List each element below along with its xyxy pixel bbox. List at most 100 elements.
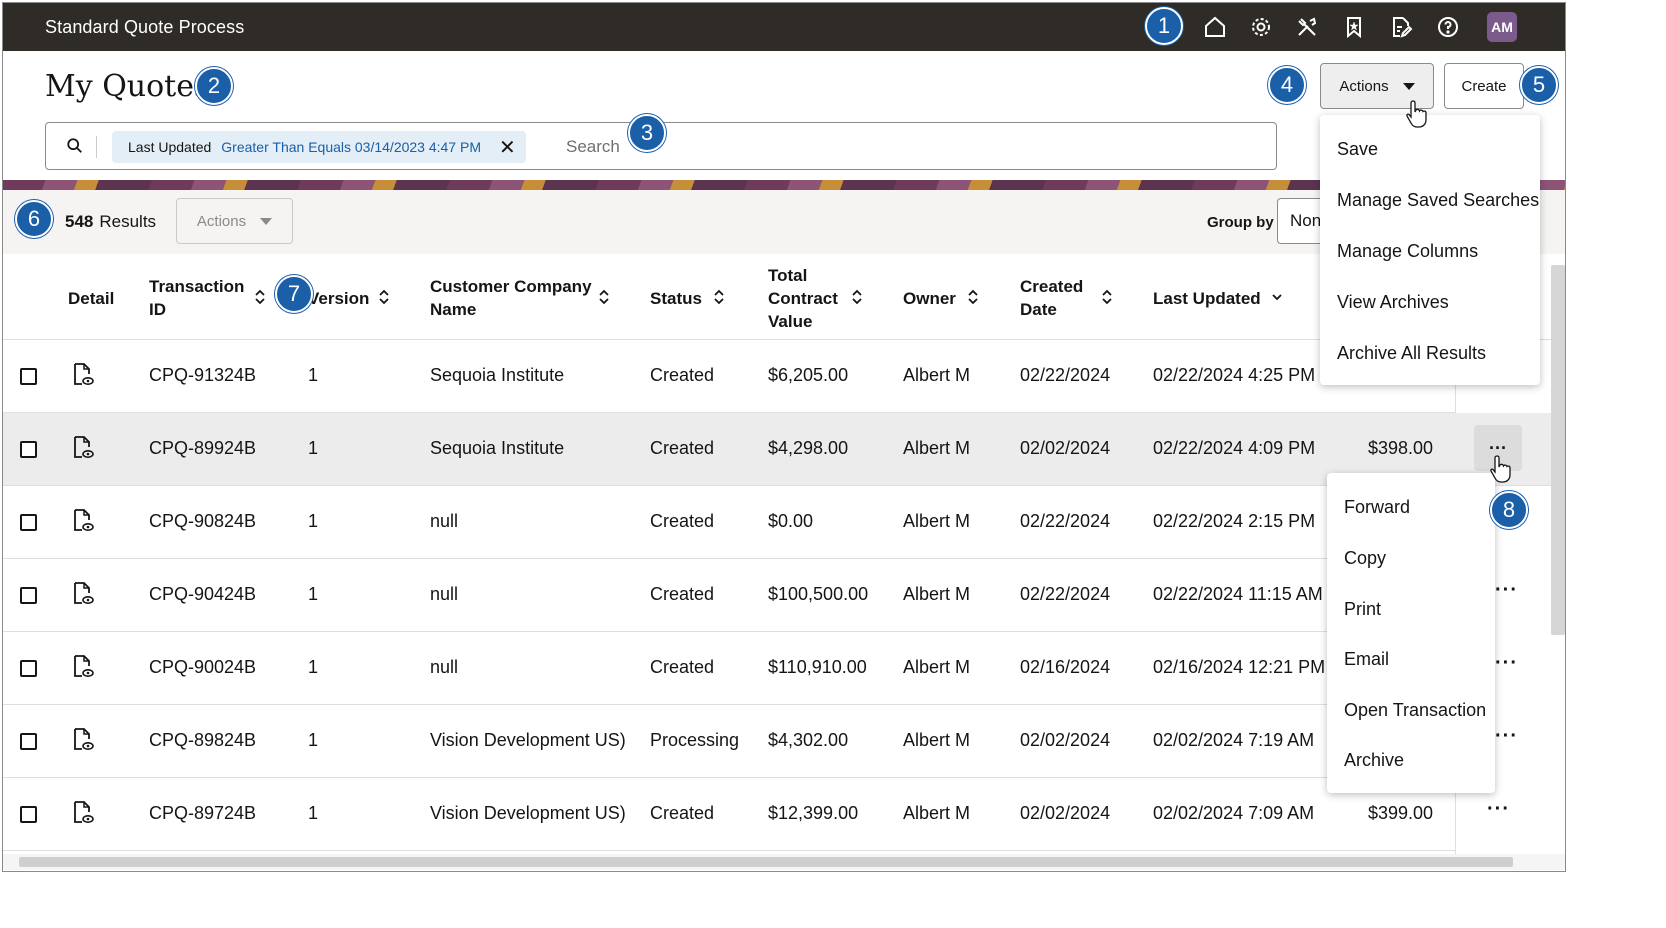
menu-item-print[interactable]: Print xyxy=(1344,599,1381,620)
cell-status: Created xyxy=(650,803,715,823)
cell-last-updated: 02/16/2024 12:21 PM xyxy=(1153,657,1326,677)
table-row[interactable]: CPQ-89824B 1 Vision Development US) Process… xyxy=(3,705,1517,778)
more-options-icon[interactable]: ··· xyxy=(1495,579,1518,602)
header-transaction-id[interactable]: Transaction ID xyxy=(149,275,244,321)
cell-transaction-id[interactable]: CPQ-90024B xyxy=(149,657,256,678)
sort-icon[interactable] xyxy=(1101,288,1113,306)
menu-item-email[interactable]: Email xyxy=(1344,649,1389,670)
menu-item-view-archives[interactable]: View Archives xyxy=(1337,292,1449,313)
search-input[interactable]: Search xyxy=(566,137,620,157)
header-last-updated[interactable]: Last Updated xyxy=(1153,287,1261,310)
document-detail-icon[interactable] xyxy=(71,654,95,680)
cell-status: Created xyxy=(650,511,715,531)
chevron-down-icon[interactable] xyxy=(1271,290,1283,308)
row-checkbox[interactable] xyxy=(20,368,37,385)
cell-customer: Sequoia Institute xyxy=(430,365,565,385)
cell-customer: null xyxy=(430,584,459,604)
header-total[interactable]: Total Contract Value xyxy=(768,264,838,333)
cell-last-updated: 02/22/2024 11:15 AM xyxy=(1153,584,1323,604)
sort-icon[interactable] xyxy=(254,288,266,306)
document-detail-icon[interactable] xyxy=(71,727,95,753)
sort-icon[interactable] xyxy=(713,288,725,306)
menu-item-forward[interactable]: Forward xyxy=(1344,497,1410,518)
cell-status: Created xyxy=(650,438,715,458)
table-row[interactable]: CPQ-90424B 1 null Created $100,500.00 Albert … xyxy=(3,559,1517,632)
menu-item-open-transaction[interactable]: Open Transaction xyxy=(1344,700,1486,721)
header-transaction-id-line2: ID xyxy=(149,300,166,319)
more-options-icon[interactable]: ··· xyxy=(1487,798,1510,821)
results-actions-button[interactable]: Actions xyxy=(176,198,293,244)
row-checkbox[interactable] xyxy=(20,514,37,531)
row-checkbox[interactable] xyxy=(20,587,37,604)
create-button[interactable]: Create xyxy=(1444,63,1524,109)
edit-document-icon[interactable] xyxy=(1387,13,1415,41)
cell-owner: Albert M xyxy=(903,730,971,750)
menu-item-save[interactable]: Save xyxy=(1337,139,1378,160)
row-checkbox[interactable] xyxy=(20,660,37,677)
row-checkbox[interactable] xyxy=(20,441,37,458)
cell-created-date: 02/02/2024 xyxy=(1020,438,1111,458)
cell-extra-value: $398.00 xyxy=(1368,438,1434,458)
callout-badge: 5 xyxy=(1520,66,1558,104)
callout-badge: 6 xyxy=(15,200,53,238)
header-customer[interactable]: Customer Company Name xyxy=(430,275,592,321)
more-options-icon[interactable]: ··· xyxy=(1495,652,1518,675)
sort-icon[interactable] xyxy=(851,288,863,306)
cell-transaction-id[interactable]: CPQ-90424B xyxy=(149,584,256,605)
menu-item-archive[interactable]: Archive xyxy=(1344,750,1404,771)
cell-customer: Sequoia Institute xyxy=(430,438,565,458)
cell-total: $110,910.00 xyxy=(768,657,867,677)
group-by-label: Group by xyxy=(1207,214,1274,231)
document-detail-icon[interactable] xyxy=(71,508,95,534)
document-detail-icon[interactable] xyxy=(71,800,95,826)
sort-icon[interactable] xyxy=(967,288,979,306)
filter-chip[interactable]: Last Updated Greater Than Equals 03/14/2… xyxy=(112,131,526,163)
header-status[interactable]: Status xyxy=(650,287,702,310)
document-detail-icon[interactable] xyxy=(71,435,95,461)
bookmark-icon[interactable] xyxy=(1340,13,1368,41)
cell-status: Created xyxy=(650,657,715,677)
header-detail: Detail xyxy=(68,289,115,308)
close-icon[interactable]: ✕ xyxy=(499,135,516,160)
menu-item-manage-saved-searches[interactable]: Manage Saved Searches xyxy=(1337,190,1539,211)
cell-transaction-id[interactable]: CPQ-90824B xyxy=(149,511,256,532)
header-owner[interactable]: Owner xyxy=(903,287,956,310)
home-icon[interactable] xyxy=(1201,13,1229,41)
cell-owner: Albert M xyxy=(903,511,971,531)
cell-transaction-id[interactable]: CPQ-89824B xyxy=(149,730,256,751)
cell-transaction-id[interactable]: CPQ-89924B xyxy=(149,438,256,459)
vertical-scrollbar[interactable] xyxy=(1551,265,1565,635)
header-created-line1: Created xyxy=(1020,277,1084,296)
sort-icon[interactable] xyxy=(378,288,390,306)
row-checkbox[interactable] xyxy=(20,806,37,823)
more-options-icon[interactable]: ··· xyxy=(1495,725,1518,748)
cell-transaction-id[interactable]: CPQ-91324B xyxy=(149,365,256,386)
horizontal-scrollbar[interactable] xyxy=(19,857,1513,867)
cell-transaction-id[interactable]: CPQ-89724B xyxy=(149,803,256,824)
table-row[interactable]: CPQ-89724B 1 Vision Development US) Created… xyxy=(3,778,1509,851)
cell-last-updated: 02/22/2024 4:09 PM xyxy=(1153,438,1316,458)
cell-version: 1 xyxy=(308,511,319,531)
row-checkbox[interactable] xyxy=(20,733,37,750)
cell-created-date: 02/02/2024 xyxy=(1020,803,1111,823)
header-version[interactable]: Version xyxy=(308,287,369,310)
cell-last-updated: 02/22/2024 4:25 PM xyxy=(1153,365,1316,385)
document-detail-icon[interactable] xyxy=(71,581,95,607)
gear-icon[interactable] xyxy=(1247,13,1275,41)
header-created-date[interactable]: Created Date xyxy=(1020,275,1083,321)
cell-version: 1 xyxy=(308,657,319,677)
user-avatar[interactable]: AM xyxy=(1487,12,1517,42)
sort-icon[interactable] xyxy=(598,288,610,306)
document-detail-icon[interactable] xyxy=(71,362,95,388)
menu-item-manage-columns[interactable]: Manage Columns xyxy=(1337,241,1478,262)
cell-extra-value: $399.00 xyxy=(1368,803,1434,823)
cell-customer: null xyxy=(430,511,459,531)
table-row[interactable]: CPQ-90824B 1 null Created $0.00 Albert M 02/22… xyxy=(3,486,1455,559)
help-icon[interactable] xyxy=(1434,13,1462,41)
menu-item-copy[interactable]: Copy xyxy=(1344,548,1386,569)
cell-created-date: 02/22/2024 xyxy=(1020,584,1111,604)
tools-icon[interactable] xyxy=(1293,13,1321,41)
table-row[interactable]: CPQ-90024B 1 null Created $110,910.00 Albert … xyxy=(3,632,1517,705)
menu-item-archive-all-results[interactable]: Archive All Results xyxy=(1337,343,1486,364)
table-row[interactable]: CPQ-91324B 1 Sequoia Institute Created $6,20… xyxy=(3,340,1455,413)
